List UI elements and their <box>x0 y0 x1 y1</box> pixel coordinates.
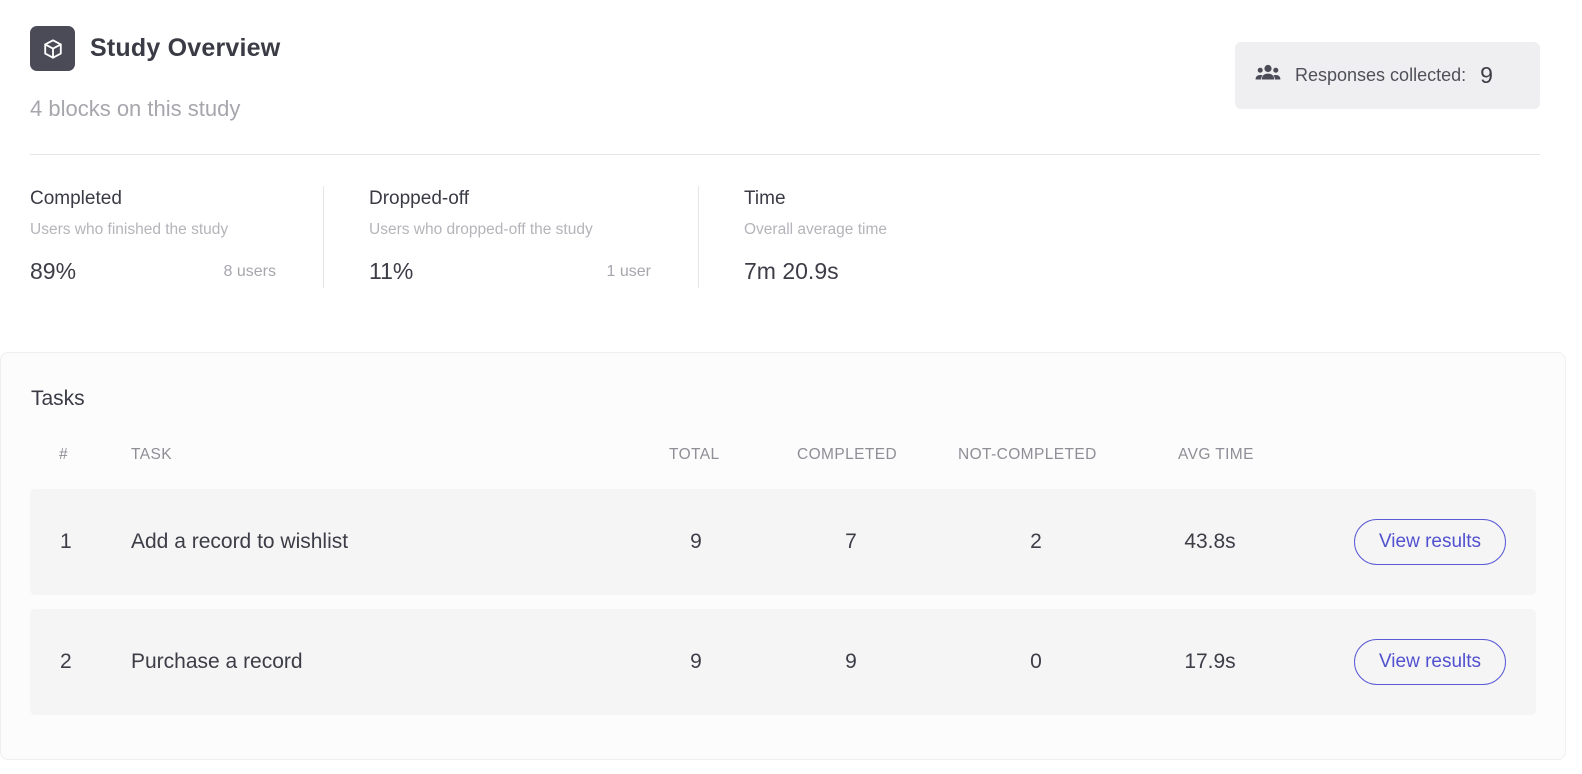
column-header-number: # <box>59 446 69 463</box>
study-header: Study Overview 4 blocks on this study Re… <box>30 26 1540 126</box>
task-name: Purchase a record <box>131 650 303 673</box>
column-header-task: TASK <box>131 446 172 463</box>
responses-count: 9 <box>1480 62 1493 88</box>
stat-users: 1 user <box>606 263 651 280</box>
column-header-not-completed: NOT-COMPLETED <box>958 446 1097 463</box>
task-number: 2 <box>60 650 72 673</box>
task-not-completed: 0 <box>1030 650 1042 673</box>
task-avg-time: 17.9s <box>1184 650 1236 673</box>
study-overview-page: Study Overview 4 blocks on this study Re… <box>0 0 1582 774</box>
table-row: 2 Purchase a record 9 9 0 17.9s View res… <box>30 609 1536 715</box>
responses-collected-badge: Responses collected: 9 <box>1235 42 1540 109</box>
column-header-completed: COMPLETED <box>797 446 898 463</box>
view-results-button[interactable]: View results <box>1354 519 1506 565</box>
tasks-title: Tasks <box>31 387 85 410</box>
task-completed: 9 <box>845 650 857 673</box>
task-number: 1 <box>60 530 72 553</box>
header-divider <box>30 154 1540 155</box>
page-title: Study Overview <box>90 34 281 62</box>
stat-description: Overall average time <box>744 221 888 238</box>
cube-icon <box>30 26 75 71</box>
stat-users: 8 users <box>223 263 276 280</box>
users-icon <box>1255 64 1281 87</box>
stat-title: Time <box>744 188 786 209</box>
stat-completed: Completed Users who finished the study 8… <box>30 186 323 288</box>
stat-value: 89% <box>30 258 77 284</box>
view-results-button[interactable]: View results <box>1354 639 1506 685</box>
stat-description: Users who dropped-off the study <box>369 221 593 238</box>
column-header-total: TOTAL <box>669 446 720 463</box>
stat-title: Dropped-off <box>369 188 469 209</box>
task-total: 9 <box>690 650 702 673</box>
task-avg-time: 43.8s <box>1184 530 1236 553</box>
stat-time: Time Overall average time 7m 20.9s <box>698 186 998 288</box>
table-row: 1 Add a record to wishlist 9 7 2 43.8s V… <box>30 489 1536 595</box>
task-not-completed: 2 <box>1030 530 1042 553</box>
stat-title: Completed <box>30 188 122 209</box>
stat-value: 7m 20.9s <box>744 258 839 284</box>
stats-summary: Completed Users who finished the study 8… <box>30 186 998 288</box>
tasks-panel: Tasks # TASK TOTAL COMPLETED NOT-COMPLET… <box>0 352 1566 760</box>
task-name: Add a record to wishlist <box>131 530 349 553</box>
task-total: 9 <box>690 530 702 553</box>
column-header-avg-time: AVG TIME <box>1178 446 1254 463</box>
stat-dropped-off: Dropped-off Users who dropped-off the st… <box>323 186 698 288</box>
stat-description: Users who finished the study <box>30 221 229 238</box>
task-completed: 7 <box>845 530 857 553</box>
page-subtitle: 4 blocks on this study <box>30 96 241 121</box>
stat-value: 11% <box>369 258 414 284</box>
responses-label: Responses collected: <box>1295 65 1467 85</box>
